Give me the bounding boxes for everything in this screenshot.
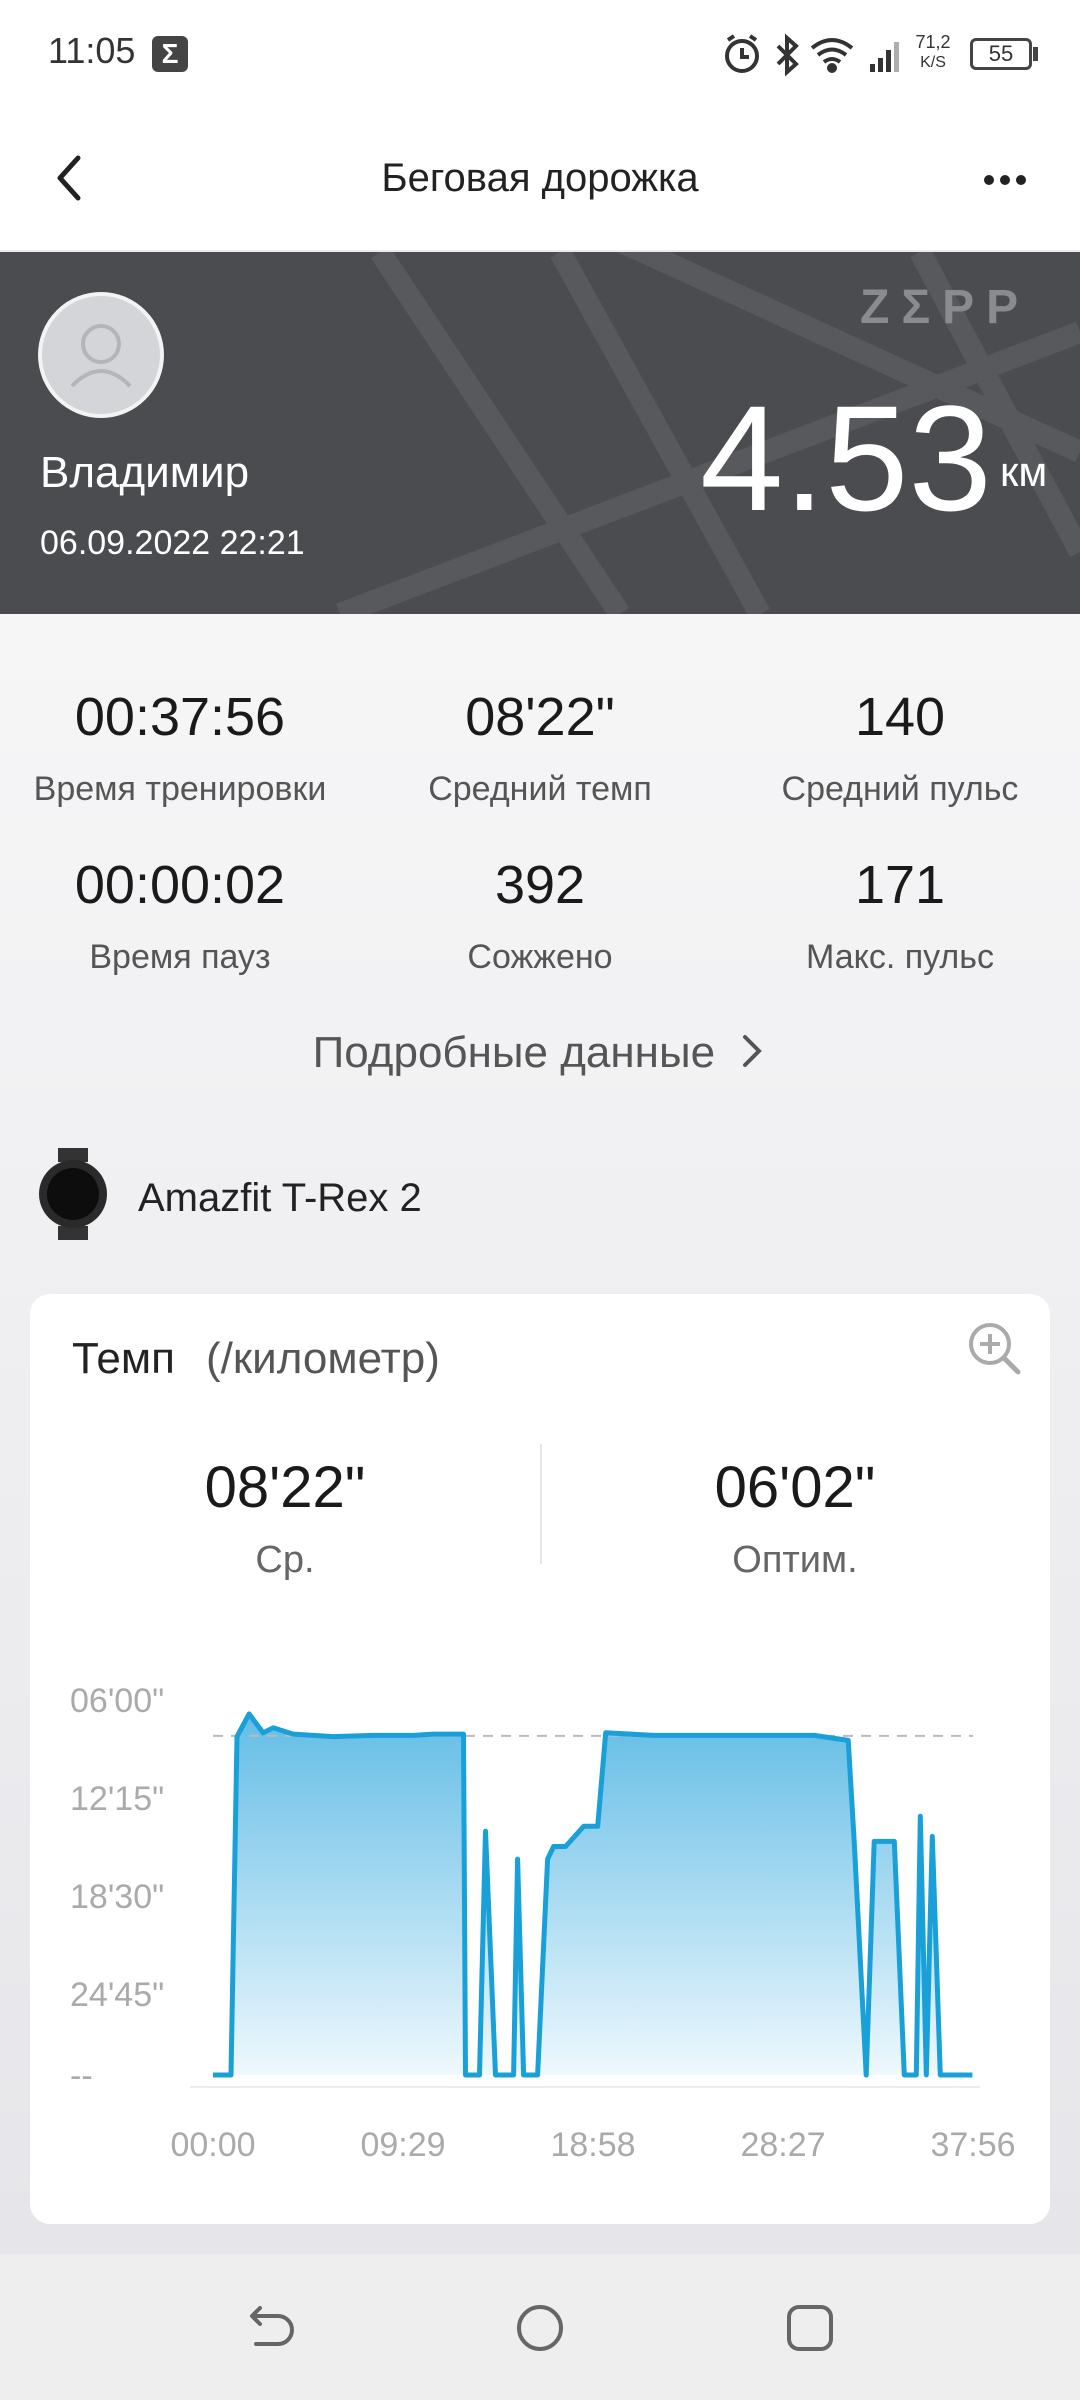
user-icon	[70, 324, 132, 388]
app-bar: Беговая дорожка	[0, 110, 1080, 250]
y-tick-label: --	[70, 2057, 93, 2095]
y-tick-label: 18'30"	[70, 1878, 164, 1916]
pace-chart: 06'00" 12'15" 18'30" 24'45" -- 00:00 09:29 18:…	[70, 1682, 1016, 2160]
stat-value: 08'22"	[465, 687, 615, 747]
system-nav-bar	[0, 2254, 1080, 2400]
stat-label: Время тренировки	[33, 770, 327, 808]
stat-label: Средний пульс	[781, 770, 1019, 808]
stat-value: 00:37:56	[74, 687, 286, 747]
sigma-notification-icon: Σ	[152, 36, 188, 72]
pace-best-value: 06'02"	[714, 1455, 876, 1520]
wifi-icon	[810, 38, 854, 73]
detailed-data-label: Подробные данные	[312, 1028, 716, 1077]
stat-pause-time: 00:00:02 Время пауз	[0, 854, 360, 977]
watch-icon	[39, 1148, 107, 1240]
chevron-right-icon	[743, 1035, 763, 1067]
stat-avg-pace: 08'22" Средний темп	[360, 686, 720, 809]
zoom-in-icon[interactable]	[966, 1320, 1022, 1376]
bluetooth-icon	[776, 33, 799, 77]
stat-value: 171	[854, 855, 946, 915]
home-icon[interactable]	[510, 2298, 570, 2358]
stat-label: Средний темп	[428, 770, 652, 808]
stat-value: 392	[494, 855, 586, 915]
x-tick-label: 37:56	[930, 2126, 1015, 2160]
x-tick-label: 09:29	[360, 2126, 445, 2160]
zepp-logo: ZΣPP	[860, 281, 1031, 334]
stat-max-heart-rate: 171 Макс. пульс	[720, 854, 1080, 977]
stat-workout-time: 00:37:56 Время тренировки	[0, 686, 360, 809]
workout-datetime: 06.09.2022 22:21	[40, 524, 305, 562]
x-tick-label: 18:58	[550, 2126, 635, 2160]
recents-icon[interactable]	[780, 2298, 840, 2358]
avatar[interactable]	[38, 292, 164, 418]
stat-label: Время пауз	[89, 938, 271, 976]
net-speed-unit: K/S	[920, 54, 946, 71]
workout-header: Владимир 06.09.2022 22:21 ZΣPP 4.53 км	[0, 252, 1080, 614]
pace-best: 06'02" Оптим.	[540, 1454, 1050, 1582]
pace-average-value: 08'22"	[204, 1455, 366, 1520]
status-bar: 11:05 Σ 71,2 K/S 55	[0, 0, 1080, 110]
stat-avg-heart-rate: 140 Средний пульс	[720, 686, 1080, 809]
distance-value: 4.53	[700, 374, 992, 542]
stat-value: 00:00:02	[74, 855, 286, 915]
stat-value: 140	[854, 687, 946, 747]
distance-unit: км	[1000, 448, 1048, 495]
signal-icon	[870, 42, 899, 72]
battery-icon: 55	[970, 38, 1032, 70]
pace-card-title: Темп	[72, 1334, 175, 1383]
x-tick-label: 28:27	[740, 2126, 825, 2160]
stat-calories: 392 Сожжено	[360, 854, 720, 977]
page-title: Беговая дорожка	[381, 156, 699, 200]
y-tick-label: 24'45"	[70, 1976, 164, 2014]
detailed-data-link[interactable]: Подробные данные	[0, 1028, 1080, 1078]
status-time: 11:05	[48, 30, 136, 71]
pace-best-label: Оптим.	[732, 1539, 858, 1581]
stat-label: Макс. пульс	[806, 938, 994, 976]
y-tick-label: 06'00"	[70, 1682, 164, 1720]
pace-card-unit: (/километр)	[206, 1334, 440, 1383]
device-name: Amazfit T-Rex 2	[138, 1176, 422, 1220]
net-speed-value: 71,2	[915, 32, 951, 52]
user-name: Владимир	[40, 448, 250, 497]
back-gesture-icon[interactable]	[240, 2298, 300, 2358]
y-tick-label: 12'15"	[70, 1780, 164, 1818]
alarm-icon	[725, 34, 759, 73]
pace-average: 08'22" Ср.	[30, 1454, 540, 1582]
x-tick-label: 00:00	[170, 2126, 255, 2160]
more-options-icon[interactable]	[960, 150, 1050, 210]
battery-tip	[1033, 47, 1038, 61]
stat-label: Сожжено	[467, 938, 613, 976]
pace-average-label: Ср.	[255, 1539, 315, 1581]
